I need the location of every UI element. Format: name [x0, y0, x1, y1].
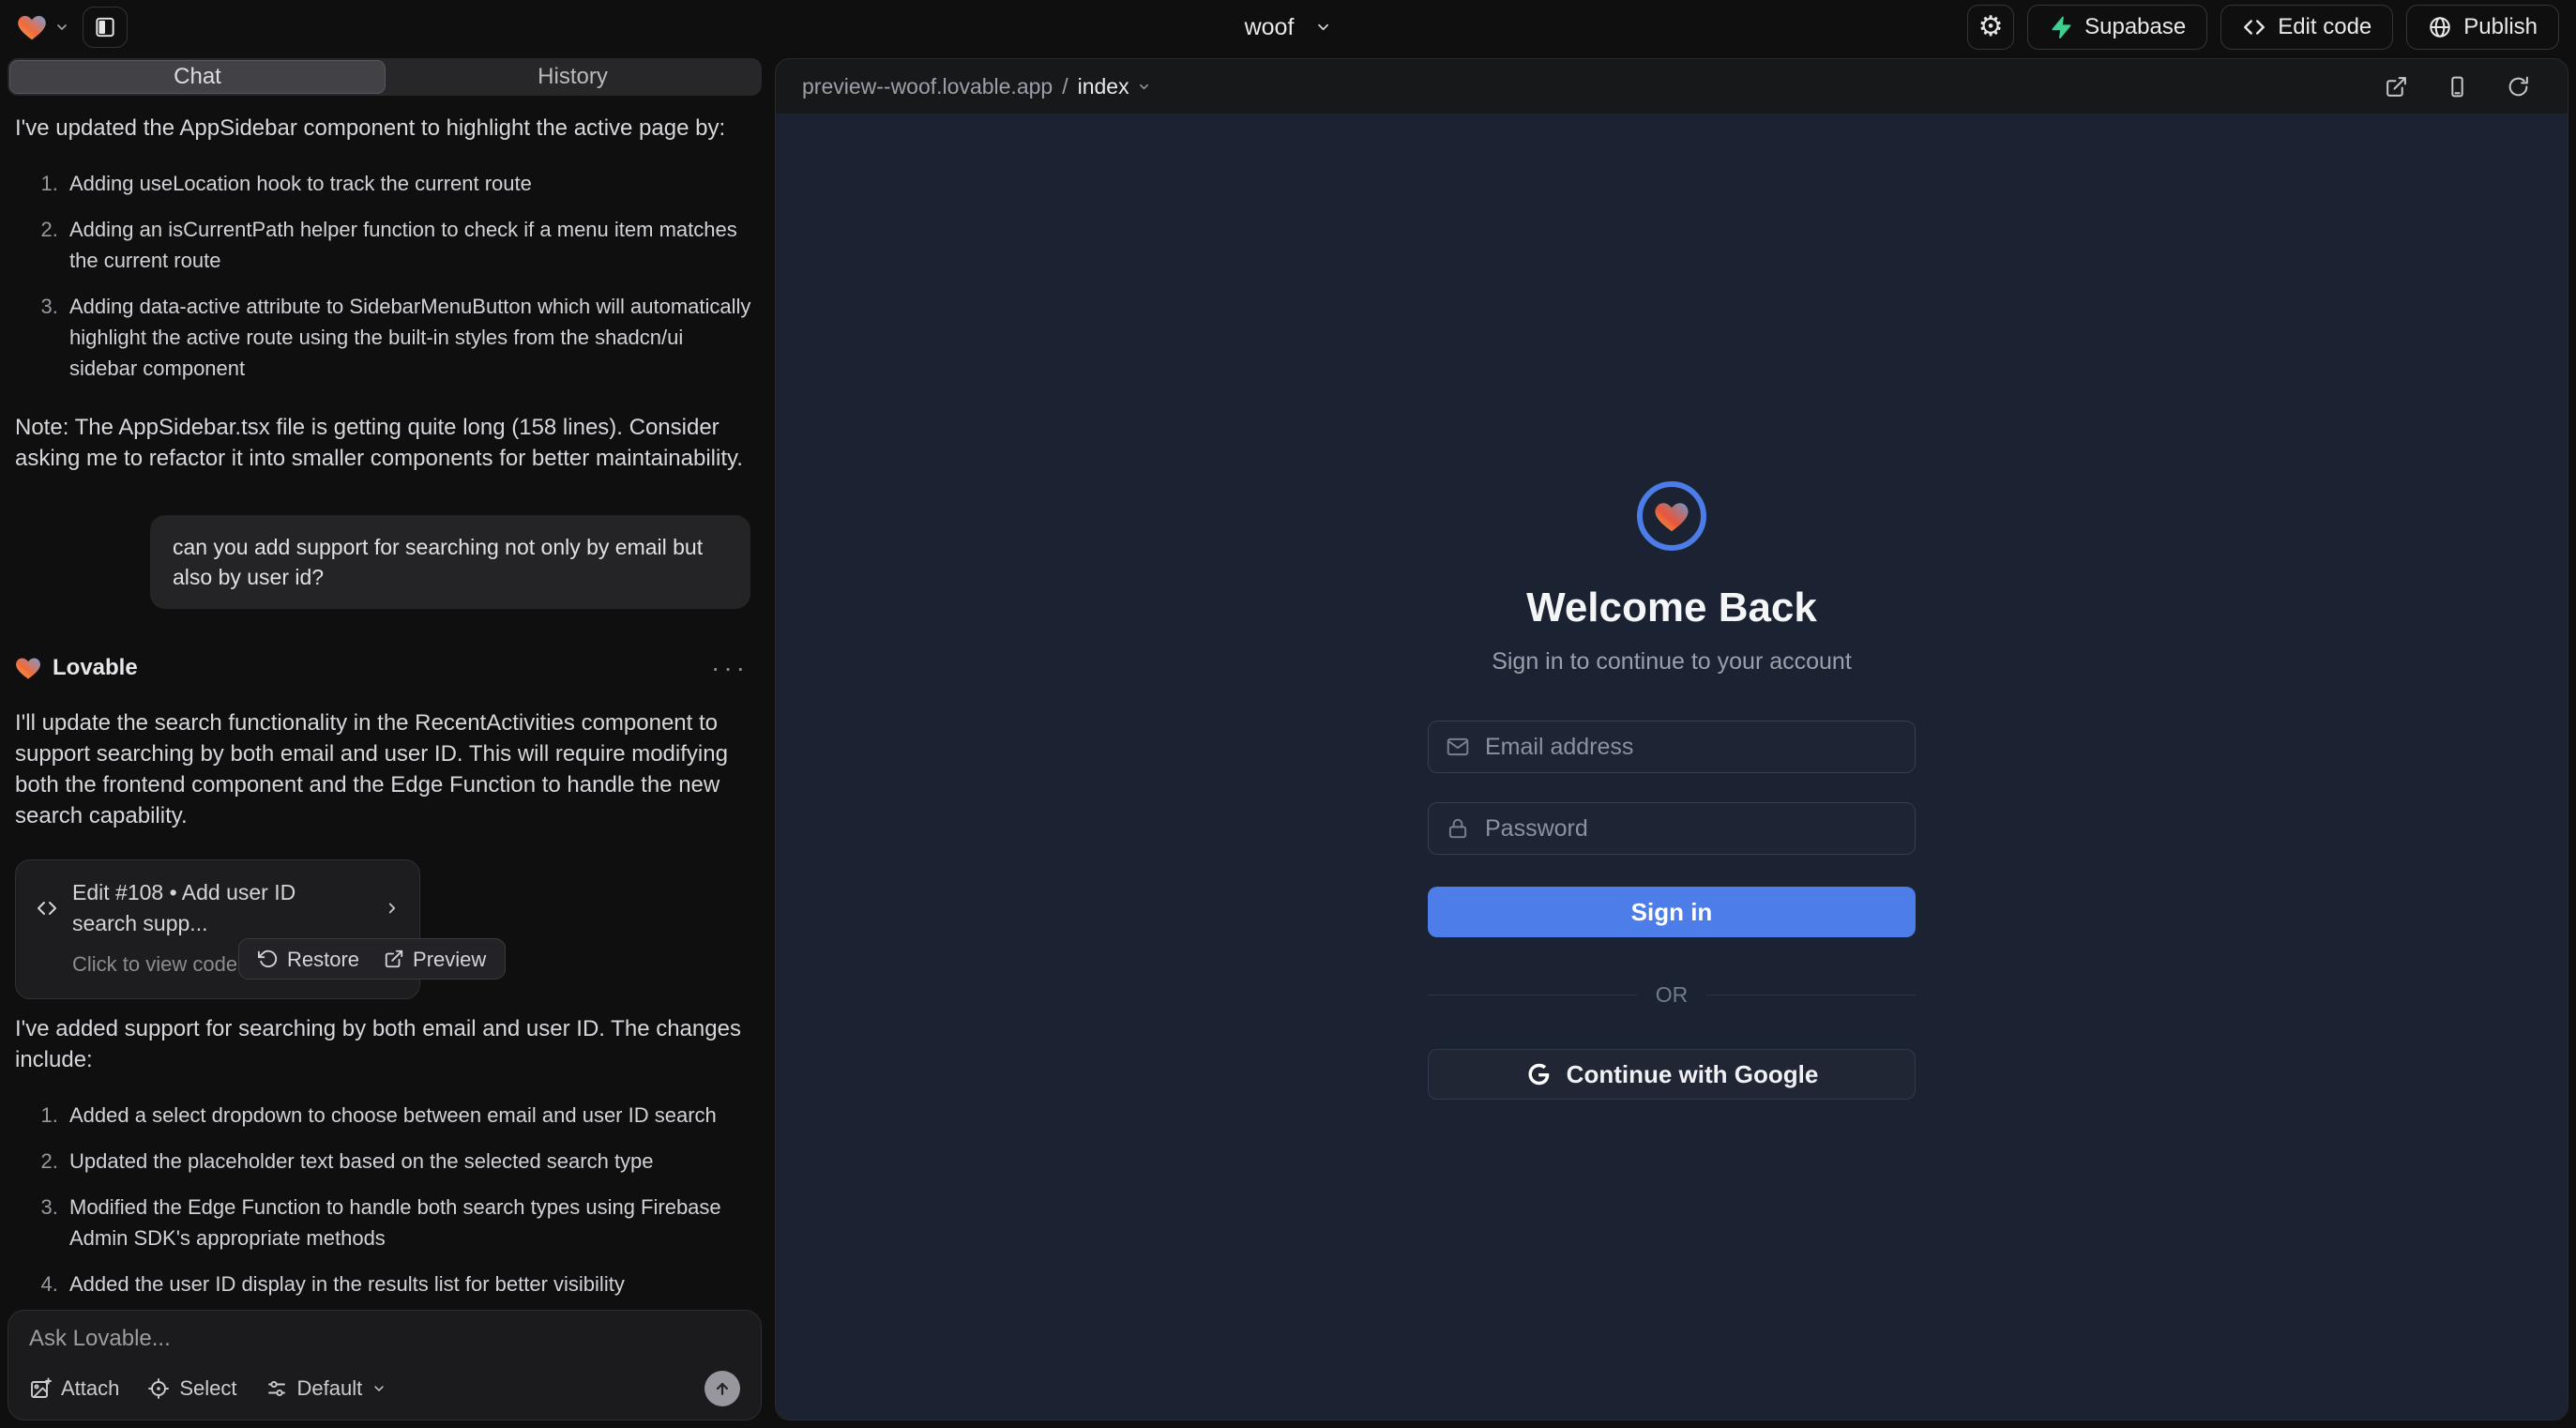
arrow-up-icon — [713, 1379, 732, 1398]
password-input[interactable] — [1485, 815, 1898, 843]
list-item: Adding data-active attribute to SidebarM… — [64, 291, 754, 384]
chevron-right-icon — [384, 900, 401, 917]
send-button[interactable] — [705, 1371, 740, 1406]
list-item: Updated the placeholder text based on th… — [64, 1146, 754, 1177]
lovable-heart-icon — [15, 656, 41, 680]
message-menu-button[interactable]: ··· — [711, 652, 754, 683]
supabase-label: Supabase — [2084, 14, 2186, 40]
restore-icon — [258, 949, 279, 969]
publish-label: Publish — [2463, 14, 2538, 40]
select-button[interactable]: Select — [147, 1376, 236, 1401]
assistant-message-list: Added a select dropdown to choose betwee… — [15, 1100, 754, 1299]
mail-icon — [1446, 735, 1470, 759]
google-sign-in-button[interactable]: Continue with Google — [1428, 1049, 1916, 1100]
tab-history[interactable]: History — [386, 60, 760, 94]
target-icon — [147, 1377, 170, 1400]
chat-history-tabs: Chat History — [8, 58, 762, 96]
lock-icon — [1446, 816, 1470, 841]
chevron-down-icon — [1137, 80, 1151, 94]
list-item: Adding useLocation hook to track the cur… — [64, 168, 754, 199]
heart-icon — [1654, 500, 1690, 533]
or-divider: OR — [1428, 982, 1916, 1008]
settings-button[interactable]: ⚙ — [1967, 5, 2014, 50]
chevron-down-icon — [371, 1381, 386, 1396]
project-name: woof — [1245, 14, 1295, 41]
select-label: Select — [179, 1376, 236, 1401]
refresh-button[interactable] — [2507, 75, 2530, 99]
mode-selector[interactable]: Default — [265, 1376, 387, 1401]
tab-chat-label: Chat — [174, 64, 221, 90]
tab-history-label: History — [538, 64, 608, 90]
preview-button[interactable]: Preview — [384, 944, 486, 975]
page-subtitle: Sign in to continue to your account — [1492, 648, 1852, 676]
password-field[interactable] — [1428, 802, 1916, 855]
globe-icon — [2428, 15, 2452, 39]
preview-header: preview--woof.lovable.app / index — [776, 59, 2568, 114]
tab-chat[interactable]: Chat — [9, 60, 386, 94]
email-input[interactable] — [1485, 734, 1898, 761]
sign-in-button[interactable]: Sign in — [1428, 887, 1916, 937]
email-field[interactable] — [1428, 721, 1916, 773]
assistant-message-header: Lovable ··· — [15, 652, 754, 683]
chat-input[interactable] — [29, 1326, 740, 1361]
preview-panel: preview--woof.lovable.app / index — [775, 58, 2568, 1420]
assistant-message-body: I've added support for searching by both… — [15, 1013, 754, 1075]
assistant-message-list: Adding useLocation hook to track the cur… — [15, 168, 754, 384]
code-icon — [35, 897, 59, 919]
page-selector[interactable]: index — [1078, 74, 1151, 99]
preview-viewport: Welcome Back Sign in to continue to your… — [776, 114, 2568, 1420]
chat-panel: Chat History I've updated the AppSidebar… — [0, 54, 769, 1428]
google-label: Continue with Google — [1567, 1060, 1819, 1089]
panel-icon — [93, 15, 117, 39]
assistant-message-intro: I've updated the AppSidebar component to… — [15, 113, 754, 144]
restore-label: Restore — [287, 944, 359, 975]
sliders-icon — [265, 1377, 288, 1400]
url-separator: / — [1062, 74, 1068, 99]
code-icon — [2242, 15, 2266, 39]
project-selector[interactable]: woof — [1245, 0, 1332, 54]
chevron-down-icon — [1314, 19, 1331, 36]
list-item: Modified the Edge Function to handle bot… — [64, 1192, 754, 1253]
edit-card-toolbar: Restore Preview — [238, 938, 506, 980]
edit-card-wrapper: Edit #108 • Add user ID search supp... C… — [15, 859, 754, 980]
gear-icon: ⚙ — [1978, 13, 2004, 41]
lovable-heart-icon — [17, 13, 47, 41]
list-item: Adding an isCurrentPath helper function … — [64, 214, 754, 276]
toggle-sidebar-button[interactable] — [83, 7, 128, 48]
chevron-down-icon — [54, 20, 69, 35]
publish-button[interactable]: Publish — [2406, 5, 2559, 50]
assistant-message-intro: I'll update the search functionality in … — [15, 707, 754, 831]
app-logo — [1637, 481, 1706, 551]
external-link-icon — [384, 949, 404, 969]
preview-url: preview--woof.lovable.app — [802, 74, 1053, 99]
supabase-button[interactable]: Supabase — [2027, 5, 2207, 50]
chat-messages: I've updated the AppSidebar component to… — [0, 103, 769, 1299]
list-item: Added the user ID display in the results… — [64, 1268, 754, 1299]
mode-label: Default — [297, 1376, 363, 1401]
top-bar: woof ⚙ Supabase Edit code Publish — [0, 0, 2576, 54]
edit-code-button[interactable]: Edit code — [2220, 5, 2393, 50]
attach-button[interactable]: Attach — [29, 1376, 119, 1401]
signin-card: Welcome Back Sign in to continue to your… — [1428, 481, 1916, 1420]
restore-button[interactable]: Restore — [258, 944, 359, 975]
list-item: Added a select dropdown to choose betwee… — [64, 1100, 754, 1131]
edit-card-title: Edit #108 • Add user ID search supp... — [72, 877, 357, 939]
google-icon — [1525, 1061, 1552, 1087]
preview-label: Preview — [413, 944, 486, 975]
mobile-view-button[interactable] — [2446, 75, 2469, 99]
or-label: OR — [1656, 982, 1689, 1008]
image-plus-icon — [29, 1377, 52, 1400]
assistant-message-note: Note: The AppSidebar.tsx file is getting… — [15, 412, 754, 474]
user-message-bubble: can you add support for searching not on… — [150, 515, 750, 609]
supabase-bolt-icon — [2049, 15, 2073, 39]
page-title: Welcome Back — [1526, 585, 1817, 631]
open-in-new-tab-button[interactable] — [2385, 75, 2408, 99]
page-name: index — [1078, 74, 1129, 99]
assistant-author: Lovable — [53, 652, 138, 683]
chat-composer: Attach Select Default — [8, 1310, 762, 1420]
lovable-logo-menu[interactable] — [17, 13, 69, 41]
edit-code-label: Edit code — [2278, 14, 2371, 40]
attach-label: Attach — [61, 1376, 119, 1401]
